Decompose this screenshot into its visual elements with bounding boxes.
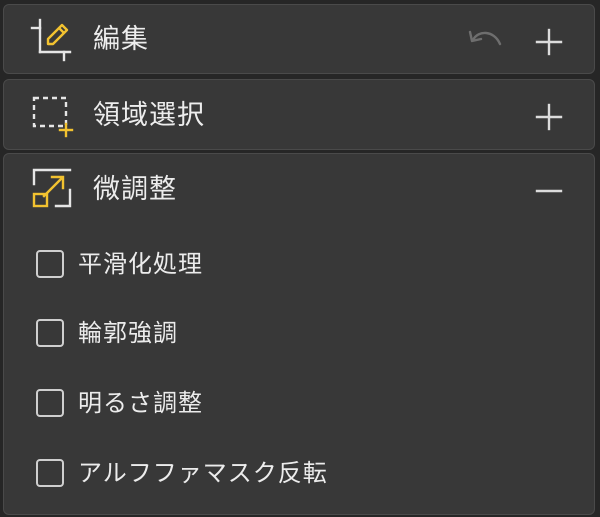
undo-icon[interactable] xyxy=(464,26,504,56)
option-edge-enhance[interactable]: 輪郭強調 xyxy=(32,317,552,357)
checkbox[interactable] xyxy=(36,250,64,278)
resize-arrow-icon xyxy=(32,168,72,208)
option-label: 輪郭強調 xyxy=(78,319,178,347)
option-smoothing[interactable]: 平滑化処理 xyxy=(32,248,552,288)
collapse-minus-icon[interactable] xyxy=(534,176,564,206)
select-panel: 領域選択 xyxy=(3,79,595,150)
fine-tune-panel: 微調整 平滑化処理 輪郭強調 明るさ調整 アルフファマスク反転 xyxy=(3,153,595,515)
select-panel-header[interactable]: 領域選択 xyxy=(4,80,594,150)
checkbox[interactable] xyxy=(36,459,64,487)
option-label: 平滑化処理 xyxy=(78,250,203,278)
select-panel-title: 領域選択 xyxy=(93,100,205,131)
fine-tune-panel-header[interactable]: 微調整 xyxy=(4,154,594,224)
edit-panel-header[interactable]: 編集 xyxy=(4,5,594,75)
option-alpha-mask-invert[interactable]: アルフファマスク反転 xyxy=(32,457,552,497)
checkbox[interactable] xyxy=(36,389,64,417)
select-expand-plus-icon[interactable] xyxy=(534,102,564,132)
edit-expand-plus-icon[interactable] xyxy=(534,27,564,57)
marquee-select-icon xyxy=(32,96,74,138)
fine-tune-panel-title: 微調整 xyxy=(93,174,177,205)
option-label: 明るさ調整 xyxy=(78,389,203,417)
edit-panel-title: 編集 xyxy=(93,24,149,55)
crop-pencil-icon xyxy=(30,18,72,62)
checkbox[interactable] xyxy=(36,319,64,347)
option-brightness[interactable]: 明るさ調整 xyxy=(32,387,552,427)
option-label: アルフファマスク反転 xyxy=(78,459,328,487)
edit-panel: 編集 xyxy=(3,4,595,74)
